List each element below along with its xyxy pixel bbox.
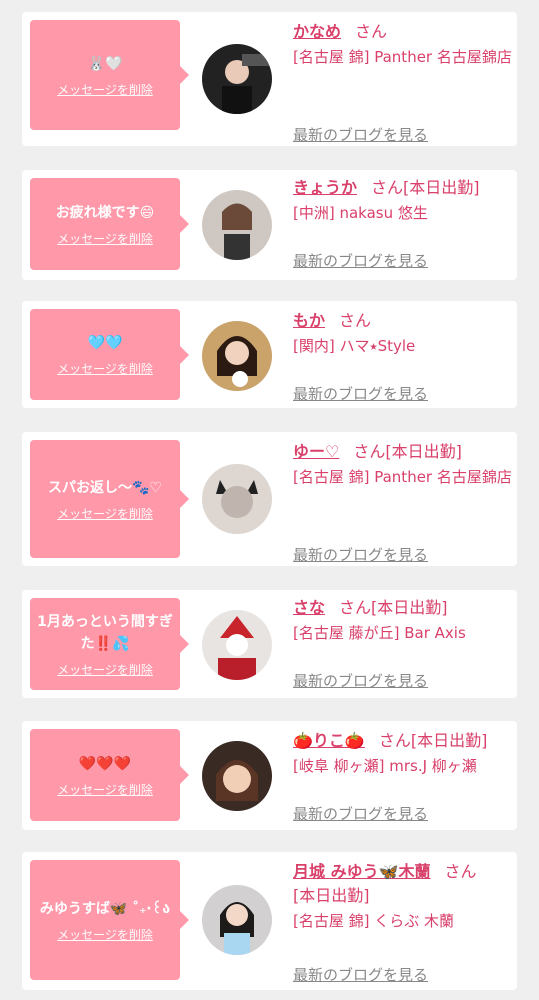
store-name: [中洲] nakasu 悠生 (293, 204, 428, 222)
message-list: 🐰🤍 メッセージを削除 かなめ さん [名古屋 錦] Panther 名古屋錦店 … (0, 0, 539, 1000)
avatar[interactable] (202, 321, 272, 391)
honorific: さん (339, 311, 372, 330)
latest-blog-link[interactable]: 最新のブログを見る (293, 964, 428, 985)
avatar[interactable] (202, 885, 272, 955)
message-bubble: みゆうすば🦋 ˚₊‧꒰ა メッセージを削除 (30, 860, 189, 980)
message-text: 🩵🩵 (87, 335, 123, 351)
message-card: 🩵🩵 メッセージを削除 もか さん [関内] ハマ⭑Style 最新のブログを見る (22, 301, 517, 408)
cast-name-link[interactable]: 🍅りこ🍅 (293, 731, 365, 750)
message-text: ❤️❤️❤️ (78, 755, 132, 772)
honorific: さん (371, 178, 404, 197)
store-name: [名古屋 錦] くらぶ 木蘭 (293, 912, 455, 930)
delete-message-link[interactable]: メッセージを削除 (57, 230, 153, 247)
message-text: 🐰🤍 (87, 55, 123, 72)
message-bubble: 🩵🩵 メッセージを削除 (30, 309, 189, 400)
message-bubble: 1月あっという間すぎた‼️💦 メッセージを削除 (30, 598, 189, 690)
message-text: みゆうすば🦋 ˚₊‧꒰ა (39, 900, 171, 917)
message-text: スパお返し〜🐾♡ (48, 479, 162, 496)
message-bubble: スパお返し〜🐾♡ メッセージを削除 (30, 440, 189, 558)
cast-name-link[interactable]: もか (293, 311, 325, 330)
message-card: みゆうすば🦋 ˚₊‧꒰ა メッセージを削除 月城 みゆう🦋木蘭 さん [本日出勤] … (22, 852, 517, 990)
avatar[interactable] (202, 464, 272, 534)
avatar[interactable] (202, 610, 272, 680)
cast-name-link[interactable]: かなめ (293, 22, 341, 41)
delete-message-link[interactable]: メッセージを削除 (57, 505, 153, 522)
cast-info: もか さん [関内] ハマ⭑Style 最新のブログを見る (293, 309, 513, 403)
latest-blog-link[interactable]: 最新のブログを見る (293, 803, 428, 824)
attendance-status: [本日出勤] (371, 598, 448, 617)
message-bubble: 🐰🤍 メッセージを削除 (30, 20, 189, 130)
delete-message-link[interactable]: メッセージを削除 (57, 360, 153, 377)
cast-name-link[interactable]: さな (293, 598, 325, 617)
honorific: さん (353, 442, 386, 461)
store-name: [関内] ハマ⭑Style (293, 337, 416, 355)
honorific: さん (339, 598, 372, 617)
attendance-status: [本日出勤] (385, 442, 462, 461)
message-card: ❤️❤️❤️ メッセージを削除 🍅りこ🍅 さん[本日出勤] [岐阜 柳ヶ瀬] mr… (22, 721, 517, 830)
cast-info: 月城 みゆう🦋木蘭 さん [本日出勤] [名古屋 錦] くらぶ 木蘭 最新のブログを… (293, 860, 513, 984)
latest-blog-link[interactable]: 最新のブログを見る (293, 383, 428, 404)
latest-blog-link[interactable]: 最新のブログを見る (293, 544, 428, 565)
cast-name-link[interactable]: 月城 みゆう🦋木蘭 (293, 862, 431, 881)
attendance-status: [本日出勤] (293, 886, 370, 905)
latest-blog-link[interactable]: 最新のブログを見る (293, 124, 428, 145)
cast-info: ゆー♡ さん[本日出勤] [名古屋 錦] Panther 名古屋錦店 最新のブログ… (293, 440, 513, 564)
store-name: [名古屋 藤が丘] Bar Axis (293, 624, 466, 642)
honorific: さん (444, 862, 477, 881)
attendance-status: [本日出勤] (410, 731, 488, 750)
delete-message-link[interactable]: メッセージを削除 (57, 661, 153, 678)
message-bubble: ❤️❤️❤️ メッセージを削除 (30, 729, 189, 821)
delete-message-link[interactable]: メッセージを削除 (57, 81, 153, 98)
honorific: さん (378, 731, 411, 750)
avatar[interactable] (202, 741, 272, 811)
store-name: [岐阜 柳ヶ瀬] mrs.J 柳ヶ瀬 (293, 757, 477, 775)
message-card: 🐰🤍 メッセージを削除 かなめ さん [名古屋 錦] Panther 名古屋錦店 … (22, 12, 517, 146)
message-text: 1月あっという間すぎた‼️💦 (37, 613, 173, 652)
message-card: スパお返し〜🐾♡ メッセージを削除 ゆー♡ さん[本日出勤] [名古屋 錦] Pa… (22, 432, 517, 566)
cast-name-link[interactable]: きょうか (293, 178, 357, 197)
latest-blog-link[interactable]: 最新のブログを見る (293, 250, 428, 271)
cast-name-link[interactable]: ゆー♡ (293, 442, 339, 461)
cast-info: かなめ さん [名古屋 錦] Panther 名古屋錦店 最新のブログを見る (293, 20, 513, 144)
latest-blog-link[interactable]: 最新のブログを見る (293, 670, 428, 691)
cast-info: 🍅りこ🍅 さん[本日出勤] [岐阜 柳ヶ瀬] mrs.J 柳ヶ瀬 最新のブログを見… (293, 729, 513, 823)
message-bubble: お疲れ様です😄 メッセージを削除 (30, 178, 189, 270)
message-card: 1月あっという間すぎた‼️💦 メッセージを削除 さな さん[本日出勤] [名古屋 … (22, 590, 517, 698)
attendance-status: [本日出勤] (403, 178, 480, 197)
store-name: [名古屋 錦] Panther 名古屋錦店 (293, 48, 512, 66)
cast-info: さな さん[本日出勤] [名古屋 藤が丘] Bar Axis 最新のブログを見る (293, 596, 513, 690)
avatar[interactable] (202, 190, 272, 260)
delete-message-link[interactable]: メッセージを削除 (57, 781, 153, 798)
message-card: お疲れ様です😄 メッセージを削除 きょうか さん[本日出勤] [中洲] nakas… (22, 170, 517, 280)
avatar[interactable] (202, 44, 272, 114)
honorific: さん (355, 22, 388, 41)
cast-info: きょうか さん[本日出勤] [中洲] nakasu 悠生 最新のブログを見る (293, 176, 513, 270)
store-name: [名古屋 錦] Panther 名古屋錦店 (293, 468, 512, 486)
delete-message-link[interactable]: メッセージを削除 (57, 926, 153, 943)
message-text: お疲れ様です😄 (55, 204, 155, 221)
